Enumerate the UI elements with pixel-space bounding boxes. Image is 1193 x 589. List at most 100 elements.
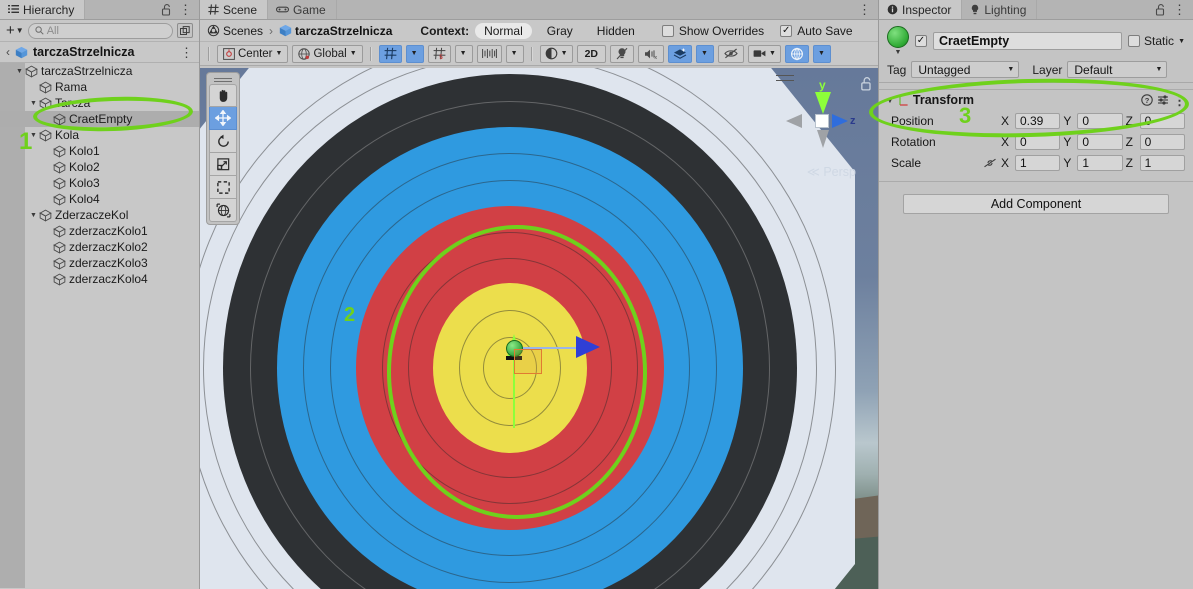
scene-camera-button[interactable]: ▼ [748,44,781,63]
breadcrumb-back-button[interactable]: ‹ [6,45,10,59]
gizmo-x-arrow-icon[interactable] [576,336,600,358]
scene-light-toggle[interactable] [610,44,635,63]
rotation-z-field[interactable]: 0 [1139,133,1185,150]
rotation-x-field[interactable]: 0 [1015,133,1061,150]
chevron-down-icon[interactable]: ▼ [14,68,25,75]
rotate-tool-button[interactable] [209,130,237,153]
hierarchy-item-zderzaczekol[interactable]: ▼ ZderzaczeKol [0,207,199,223]
hierarchy-item-zderzaczkolo2[interactable]: zderzaczKolo2 [0,239,199,255]
chevron-down-icon[interactable]: ▼ [28,100,39,107]
hierarchy-item-tarcza[interactable]: ▼ Tarcza [0,95,199,111]
scene-lighting-button[interactable]: ▼ [539,44,573,63]
move-tool-button[interactable] [209,107,237,130]
transform-tool-button[interactable] [209,199,237,222]
hand-tool-button[interactable] [209,84,237,107]
hierarchy-item-kolo2[interactable]: Kolo2 [0,159,199,175]
chevron-down-icon[interactable]: ▼ [350,50,357,57]
tab-scene[interactable]: Scene [200,0,269,19]
hierarchy-item-zderzaczkolo3[interactable]: zderzaczKolo3 [0,255,199,271]
hierarchy-item-kolo3[interactable]: Kolo3 [0,175,199,191]
rect-tool-button[interactable] [209,176,237,199]
chevron-down-icon[interactable]: ▼ [886,96,894,105]
scene-audio-toggle[interactable]: x [638,44,665,63]
lock-open-icon[interactable] [161,3,172,16]
lock-open-icon[interactable] [860,77,873,91]
hierarchy-item-craetempty[interactable]: CraetEmpty [0,111,199,127]
inspector-kebab-menu-icon[interactable]: ⋮ [1173,3,1186,16]
tag-dropdown[interactable]: Untagged ▼ [911,61,1020,78]
chevron-down-icon[interactable]: ▼ [769,50,776,57]
scene-fx-button[interactable] [668,44,693,63]
lock-open-icon[interactable] [1155,3,1166,16]
breadcrumb-kebab-menu-icon[interactable]: ⋮ [180,46,193,59]
chevron-down-icon[interactable]: ▼ [895,49,902,56]
scene-projection-label[interactable]: ≪ Persp [807,164,856,179]
object-enabled-checkbox[interactable]: ✓ [915,35,927,47]
preset-sliders-icon[interactable] [1157,94,1169,106]
hidden-objects-toggle[interactable] [718,44,745,63]
rotation-y-field[interactable]: 0 [1077,133,1123,150]
static-checkbox[interactable] [1128,35,1141,47]
gizmos-toggle[interactable] [784,44,809,63]
hierarchy-item-kolo4[interactable]: Kolo4 [0,191,199,207]
auto-save-toggle[interactable]: ✓ Auto Save [780,24,853,38]
grid-snapping-button[interactable]: Y [378,44,402,63]
axis-gizmo-neg-y-cone-icon[interactable] [817,130,829,148]
scale-z-field[interactable]: 1 [1139,154,1185,171]
axis-gizmo-grip[interactable] [776,75,794,81]
scene-kebab-menu-icon[interactable]: ⋮ [858,3,871,16]
view-2d-toggle[interactable]: 2D [576,44,607,63]
tab-game[interactable]: Game [268,0,337,19]
scenes-breadcrumb-item[interactable]: Scenes [207,24,263,38]
snap-increment-dropdown[interactable]: ▼ [454,44,473,63]
hierarchy-item-zderzaczkolo1[interactable]: zderzaczKolo1 [0,223,199,239]
scale-tool-button[interactable] [209,153,237,176]
chevron-down-icon[interactable]: ▼ [28,212,39,219]
context-option-hidden[interactable]: Hidden [588,23,644,39]
add-component-button[interactable]: Add Component [903,194,1169,214]
scale-y-field[interactable]: 1 [1077,154,1123,171]
add-object-button[interactable]: + ▼ [6,23,24,38]
gizmo-rect-handle[interactable] [514,349,542,374]
position-z-field[interactable]: 0 [1139,112,1185,129]
link-broken-icon[interactable] [983,158,1001,168]
hierarchy-item-rama[interactable]: Rama [0,79,199,95]
chevron-down-icon[interactable]: ▼ [561,50,568,57]
axis-gizmo-y-cone-icon[interactable] [815,92,831,114]
help-circle-icon[interactable]: ? [1141,94,1153,106]
scene-view-tools[interactable] [206,72,240,225]
scale-x-field[interactable]: 1 [1015,154,1061,171]
view-tools-grip[interactable] [214,75,232,84]
axis-gizmo-neg-x-cone-icon[interactable] [786,114,802,128]
context-option-gray[interactable]: Gray [538,23,582,39]
hierarchy-item-zderzaczkolo4[interactable]: zderzaczKolo4 [0,271,199,287]
scene-viewport[interactable]: 2 y z ≪ Persp [200,68,878,589]
grid-size-button[interactable] [476,44,502,63]
scene-fx-dropdown[interactable]: ▼ [696,44,715,63]
axis-gizmo-z-cone-icon[interactable] [832,114,848,128]
scene-object-breadcrumb[interactable]: tarczaStrzelnicza [279,24,392,38]
chevron-down-icon[interactable]: ▼ [276,50,283,57]
gizmos-dropdown[interactable]: ▼ [812,44,831,63]
object-icon-wrap[interactable]: ▼ [887,26,909,56]
show-overrides-checkbox[interactable] [661,24,674,37]
layer-dropdown[interactable]: Default ▼ [1067,61,1168,78]
position-x-field[interactable]: 0.39 [1015,112,1061,129]
context-option-normal[interactable]: Normal [475,22,532,39]
pivot-mode-button[interactable]: Center ▼ [217,44,289,63]
snap-increment-button[interactable]: 5 [427,44,451,63]
kebab-menu-icon[interactable]: ⋮ [179,3,192,16]
search-input[interactable]: All [27,22,173,39]
tab-hierarchy[interactable]: Hierarchy [0,0,86,19]
tab-inspector[interactable]: Inspector [879,0,963,19]
expand-panel-button[interactable] [177,23,193,38]
position-y-field[interactable]: 0 [1077,112,1123,129]
object-name-field[interactable]: CraetEmpty [933,32,1123,50]
tab-lighting[interactable]: Lighting [962,0,1038,19]
hierarchy-item-tarczastrzelnicza[interactable]: ▼ tarczaStrzelnicza [0,63,199,79]
static-toggle[interactable]: Static ▼ [1128,34,1185,48]
handle-space-button[interactable]: Global ▼ [292,44,363,63]
grid-snapping-dropdown[interactable]: ▼ [405,44,424,63]
transform-kebab-menu-icon[interactable]: ⋮ [1173,94,1186,107]
grid-size-dropdown[interactable]: ▼ [505,44,524,63]
